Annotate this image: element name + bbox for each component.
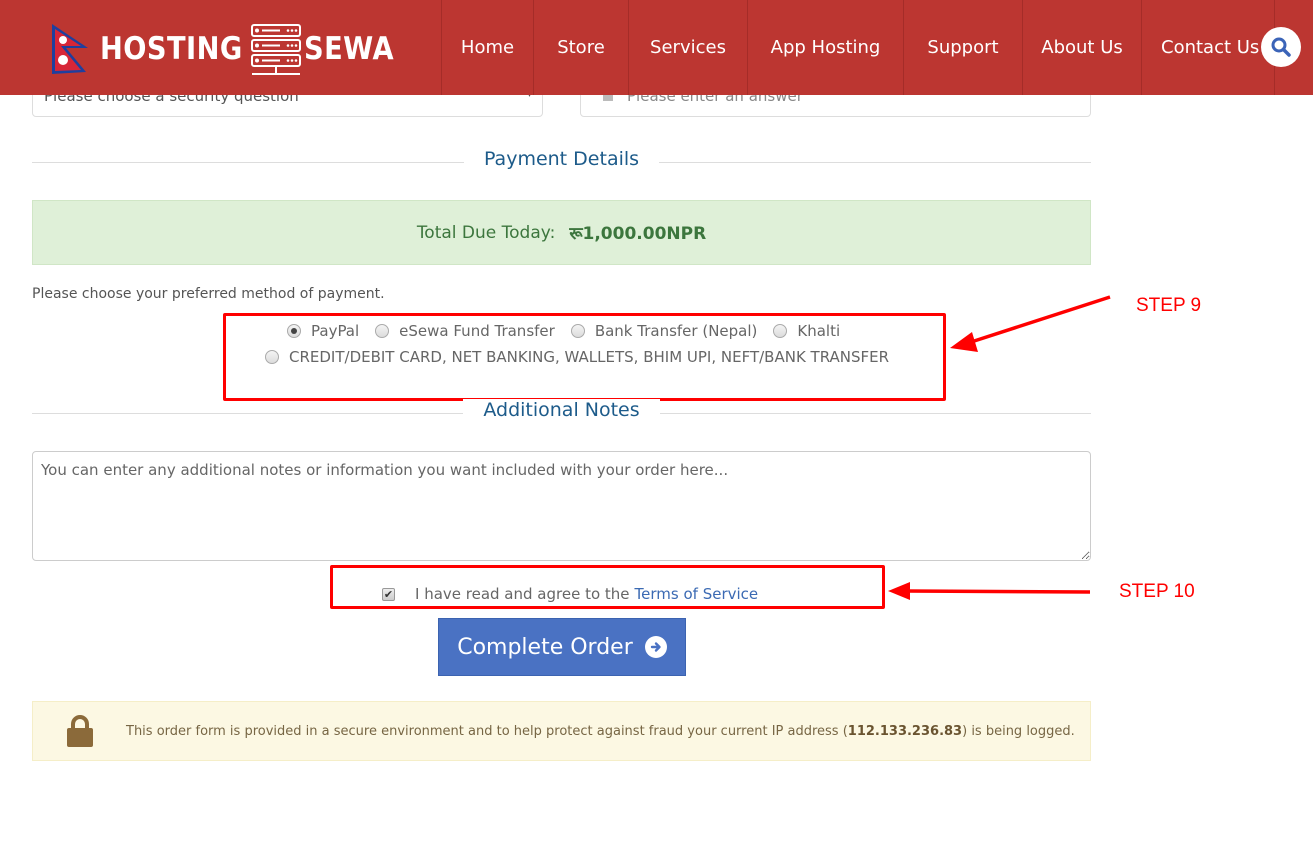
nav-store[interactable]: Store <box>533 0 628 95</box>
payment-details-heading: Payment Details <box>32 148 1091 178</box>
additional-notes-textarea[interactable] <box>32 451 1091 561</box>
search-icon <box>1271 37 1291 57</box>
search-button[interactable] <box>1261 27 1301 67</box>
nav-app-hosting[interactable]: App Hosting <box>747 0 903 95</box>
brand-name-part2: SEWA <box>304 31 395 67</box>
nav-contact-us[interactable]: Contact Us <box>1141 0 1274 95</box>
complete-order-label: Complete Order <box>457 634 633 660</box>
nav-home[interactable]: Home <box>441 0 533 95</box>
ip-address: 112.133.236.83 <box>847 723 963 739</box>
nav-support-label: Support <box>927 37 999 58</box>
secure-notice-before: This order form is provided in a secure … <box>126 723 848 739</box>
total-due-box: Total Due Today: रू1,000.00NPR <box>32 200 1091 265</box>
nav-home-label: Home <box>460 37 515 58</box>
nav-store-label: Store <box>557 37 605 58</box>
secure-notice-after: ) is being logged. <box>962 723 1075 739</box>
step9-arrow-icon <box>950 295 1111 352</box>
main-nav: Home Store Services App Hosting Support … <box>441 0 1274 95</box>
logo[interactable]: HOSTING SEWA <box>48 22 407 76</box>
complete-order-button[interactable]: Complete Order <box>438 618 686 676</box>
total-due-amount: रू1,000.00NPR <box>569 224 707 244</box>
additional-notes-heading: Additional Notes <box>32 399 1091 429</box>
nav-about-us[interactable]: About Us <box>1022 0 1141 95</box>
nav-app-hosting-label: App Hosting <box>770 37 881 58</box>
payment-method-prompt: Please choose your preferred method of p… <box>32 286 385 302</box>
step10-label: STEP 10 <box>1119 581 1195 602</box>
step10-highlight-box <box>330 565 885 609</box>
nav-support[interactable]: Support <box>903 0 1022 95</box>
lock-icon <box>67 715 93 747</box>
arrow-circle-right-icon <box>644 636 667 658</box>
secure-notice: This order form is provided in a secure … <box>32 701 1091 761</box>
secure-notice-text: This order form is provided in a secure … <box>126 724 1075 739</box>
nav-services-label: Services <box>650 37 726 58</box>
nepal-flag-icon <box>52 24 88 74</box>
payment-details-title: Payment Details <box>463 148 660 170</box>
server-rack-icon <box>251 24 302 75</box>
navbar: HOSTING SEWA Home Store Services App Hos… <box>0 0 1313 95</box>
nav-about-us-label: About Us <box>1041 37 1123 58</box>
step9-highlight-box <box>223 313 946 401</box>
nav-contact-us-label: Contact Us <box>1161 37 1260 58</box>
step9-label: STEP 9 <box>1136 295 1202 316</box>
additional-notes-title: Additional Notes <box>463 399 660 421</box>
step10-arrow-icon <box>888 582 1091 600</box>
total-due-label: Total Due Today: <box>416 222 556 243</box>
nav-services[interactable]: Services <box>628 0 747 95</box>
brand-name-part1: HOSTING <box>100 31 243 67</box>
